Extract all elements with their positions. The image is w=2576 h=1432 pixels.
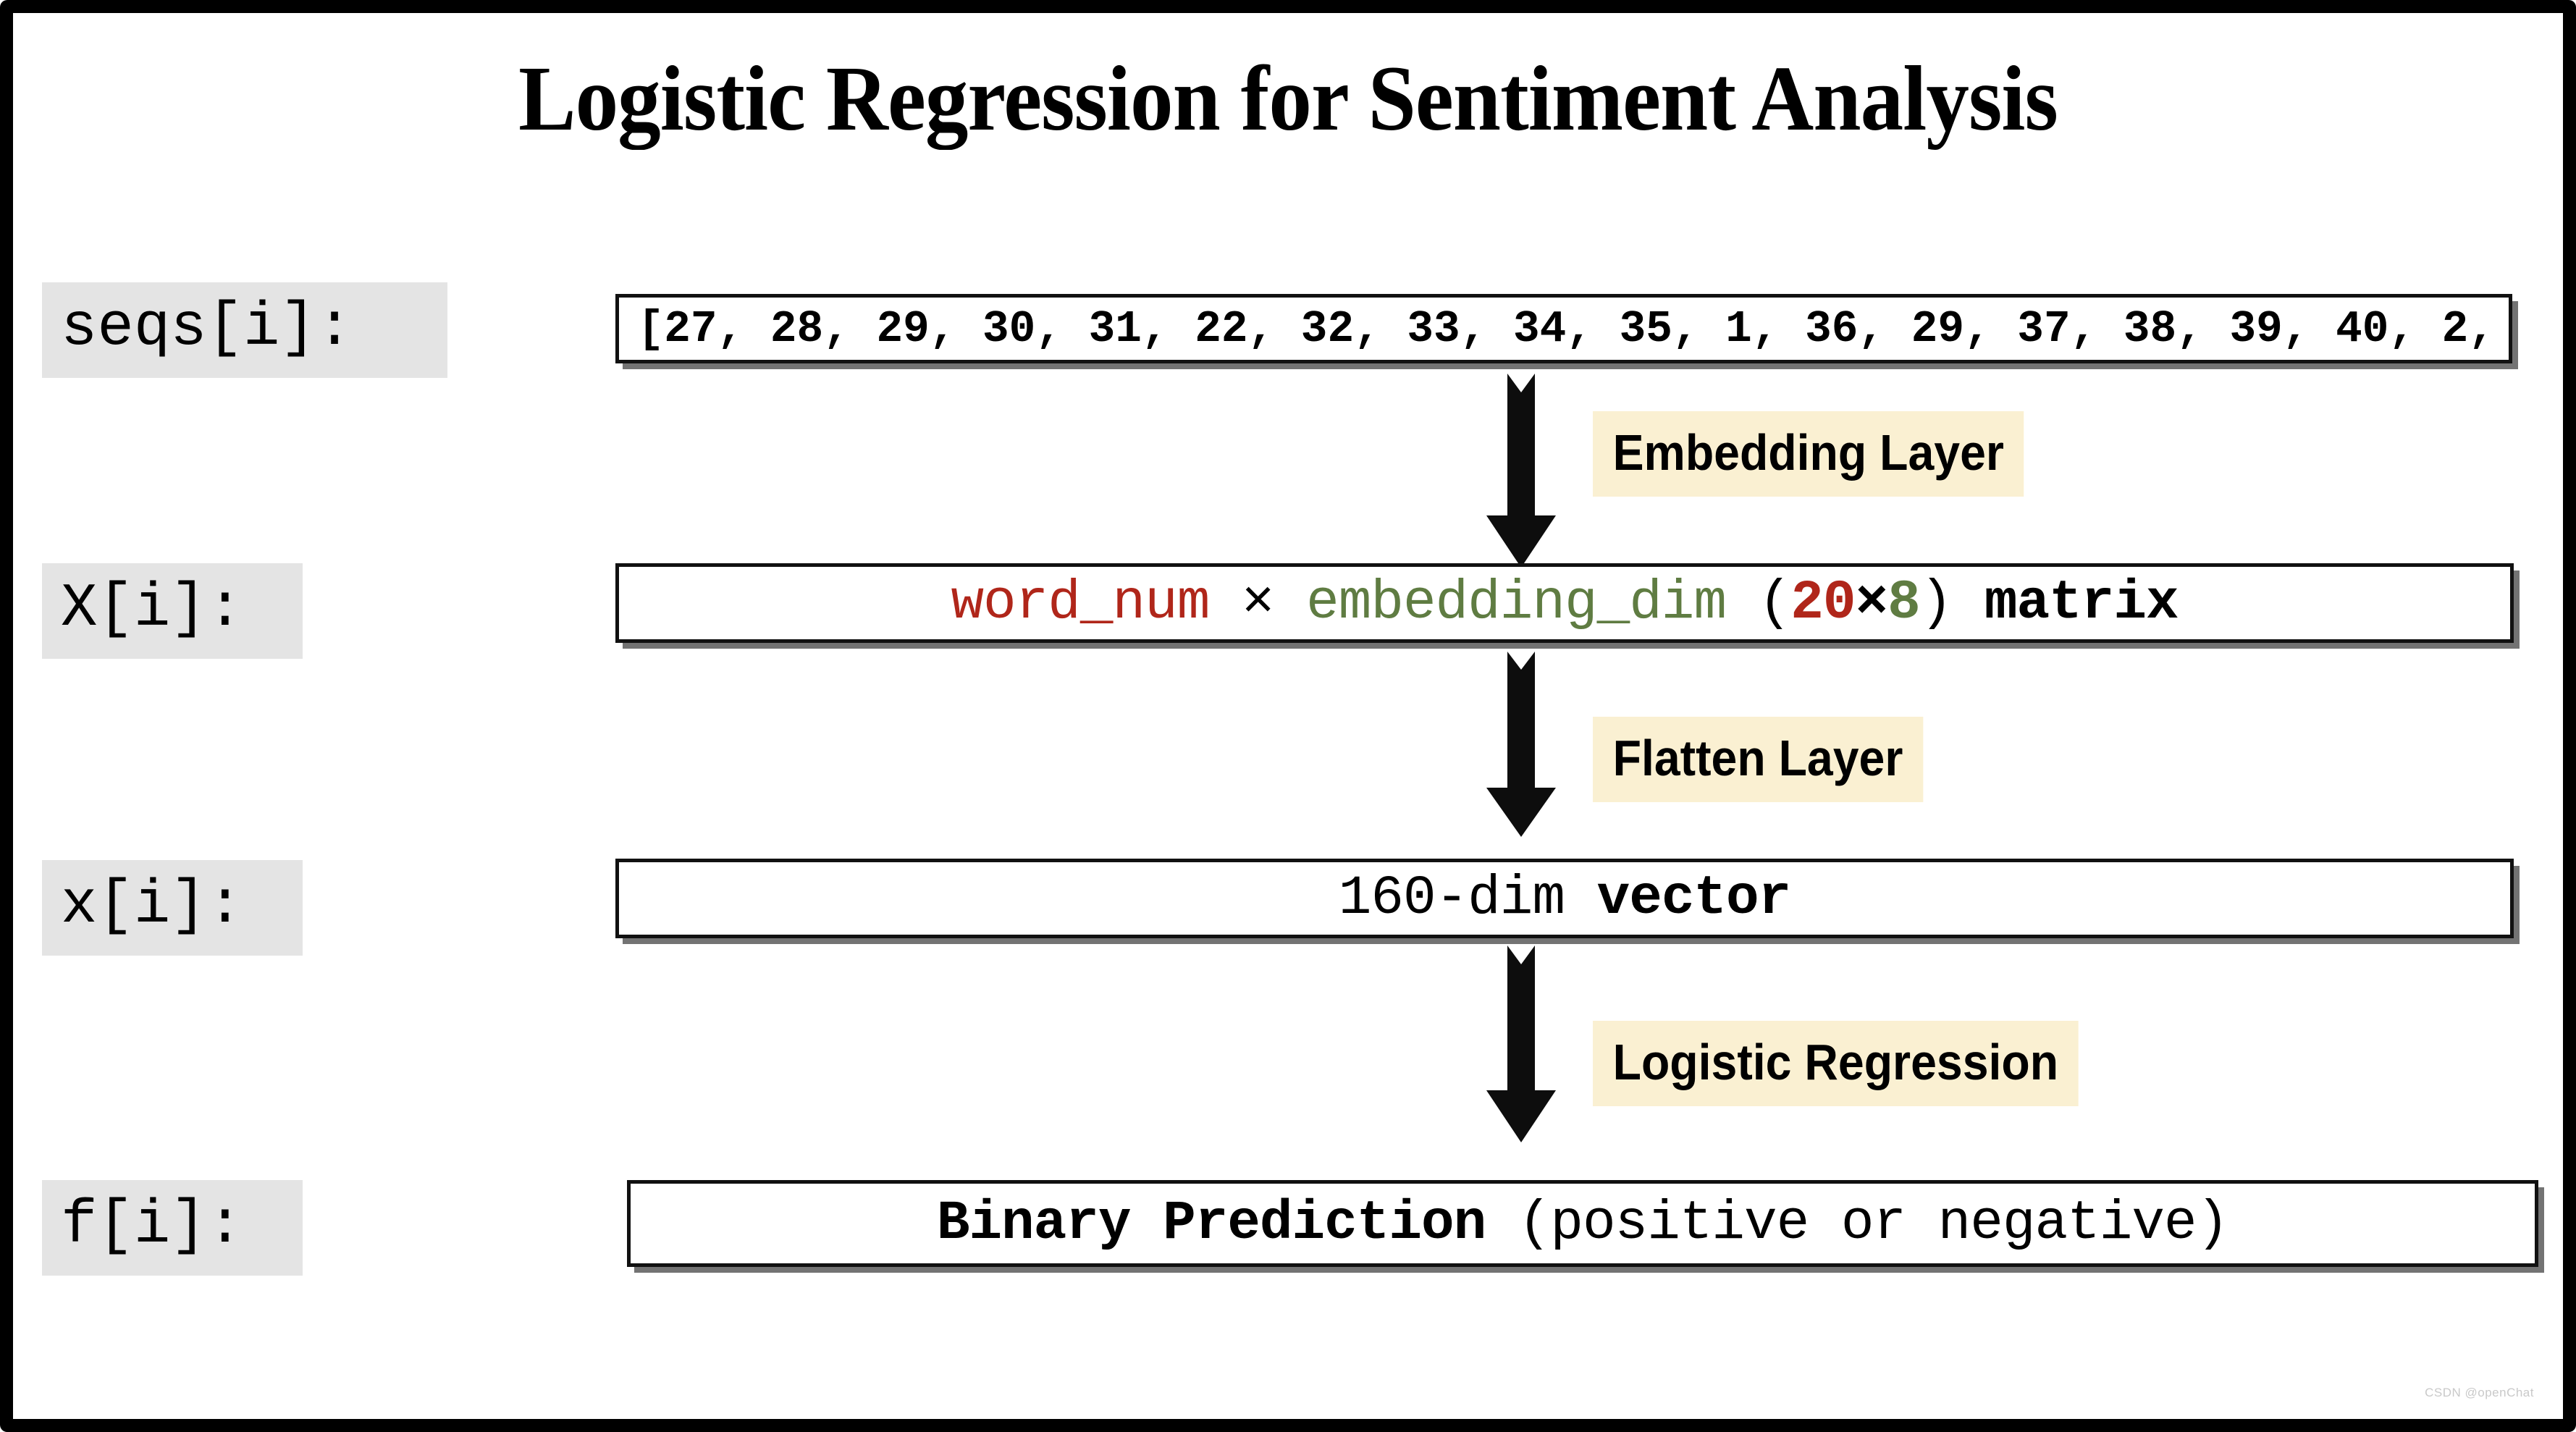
matrix-close-paren: ) [1919,572,1953,634]
X-value-box: word_num × embedding_dim (20×8) matrix [615,563,2514,643]
annotation-logistic-regression: Logistic Regression [1593,1021,2079,1106]
row-label-X: X[i]: [42,563,303,659]
vector-description: 160-dim vector [1338,867,1792,930]
matrix-rows-name: word_num [951,572,1210,634]
page-title: Logistic Regression for Sentiment Analys… [518,47,2058,150]
seqs-array-text: [27, 28, 29, 30, 31, 22, 32, 33, 34, 35,… [637,303,2512,355]
f-value-box: Binary Prediction (positive or negative) [627,1180,2538,1267]
row-label-f: f[i]: [42,1180,303,1276]
slide-frame: Logistic Regression for Sentiment Analys… [0,0,2576,1432]
matrix-times-symbol: × [1241,572,1275,634]
matrix-dims-times: × [1855,572,1888,634]
annotation-embedding-layer: Embedding Layer [1593,411,2024,497]
matrix-open-paren: ( [1758,572,1792,634]
x-value-box: 160-dim vector [615,859,2514,938]
row-label-x: x[i]: [42,860,303,956]
prediction-detail: (positive or negative) [1518,1192,2229,1255]
arrow-logistic-regression [1481,945,1561,1145]
prediction-noun: Binary Prediction [936,1192,1486,1255]
prediction-description: Binary Prediction (positive or negative) [936,1192,2229,1255]
matrix-rows-value: 20 [1790,572,1856,634]
vector-noun: vector [1596,867,1792,930]
seqs-value-box: [27, 28, 29, 30, 31, 22, 32, 33, 34, 35,… [615,294,2512,363]
matrix-cols-value: 8 [1887,572,1921,634]
row-label-seqs: seqs[i]: [42,282,447,378]
arrow-flatten [1481,652,1561,840]
matrix-cols-name: embedding_dim [1306,572,1727,634]
arrow-embedding [1481,374,1561,570]
watermark: CSDN @openChat [2425,1386,2534,1399]
vector-dims: 160-dim [1338,867,1565,930]
matrix-noun: matrix [1984,572,2179,634]
annotation-flatten-layer: Flatten Layer [1593,717,1924,802]
matrix-description: word_num × embedding_dim (20×8) matrix [951,572,2179,634]
